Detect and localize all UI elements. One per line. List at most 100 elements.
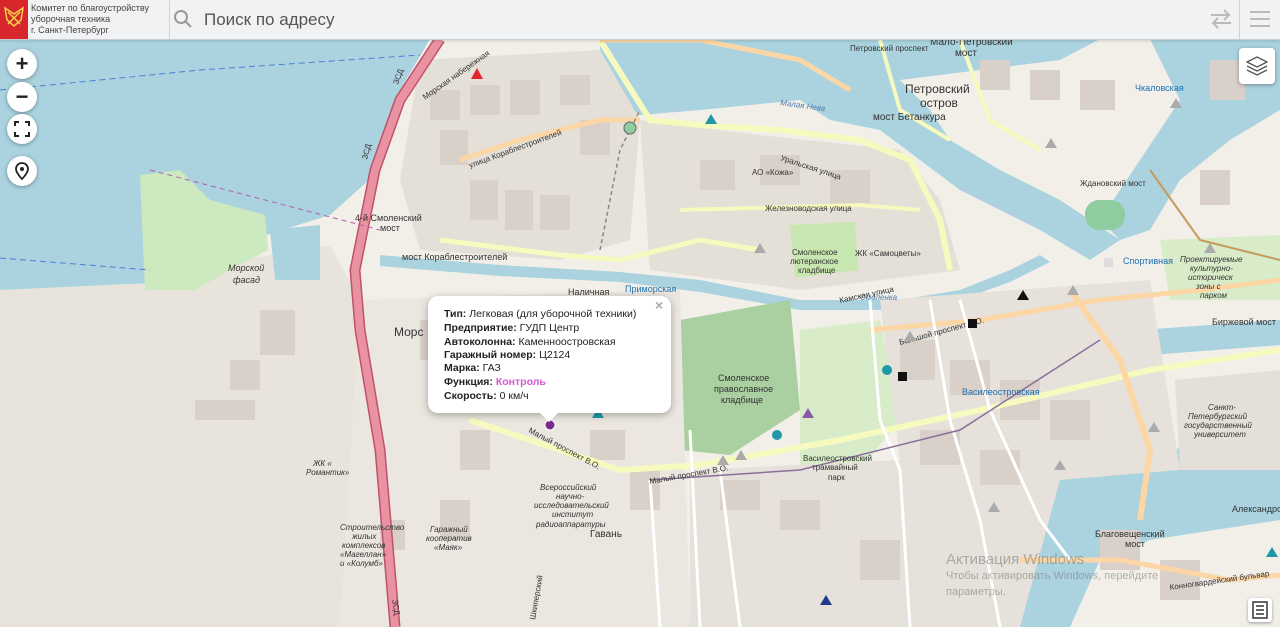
label-prospekt-5: парком bbox=[1200, 291, 1228, 300]
zoom-in-label: + bbox=[15, 51, 29, 76]
popup-row-function: Функция: Контроль bbox=[444, 376, 546, 388]
label-vniir-2: научно- bbox=[556, 492, 585, 501]
popup-label: Предприятие: bbox=[444, 322, 517, 334]
org-line-2: уборочная техника bbox=[31, 14, 111, 24]
popup-value-function: Контроль bbox=[495, 376, 546, 388]
popup-row-type: Тип: Легковая (для уборочной техники) bbox=[444, 308, 636, 320]
label-lutheran-2: лютеранское bbox=[790, 257, 839, 266]
label-4-smolensky-1: 4-й Смоленский bbox=[355, 213, 422, 223]
label-stroit-1: Строительство bbox=[340, 523, 405, 532]
label-stroit-5: и «Колумб» bbox=[340, 559, 384, 568]
label-vasileostrovskaya: Василеостровская bbox=[962, 387, 1040, 397]
swap-route-icon[interactable] bbox=[1209, 8, 1233, 30]
label-morskoy-fasad-1: Морской bbox=[228, 263, 264, 273]
label-orthodox-1: Смоленское bbox=[718, 373, 769, 383]
label-prospekt-3: историческ bbox=[1188, 273, 1234, 282]
marker-circle-green[interactable] bbox=[623, 121, 637, 135]
popup-close-button[interactable]: × bbox=[655, 297, 663, 313]
marker-circle-teal[interactable] bbox=[772, 430, 782, 440]
watermark-line-3: параметры. bbox=[946, 586, 1006, 598]
label-spbgu-4: университет bbox=[1193, 430, 1246, 439]
watermark-line-2: Чтобы активировать Windows, перейдите bbox=[946, 570, 1159, 582]
popup-label: Функция: bbox=[444, 376, 493, 388]
label-most-korablestroiteley: мост Кораблестроителей bbox=[402, 252, 507, 262]
marker-circle-teal[interactable] bbox=[882, 365, 892, 375]
label-tram-park-3: парк bbox=[828, 473, 845, 482]
location-pin-icon bbox=[15, 162, 29, 180]
label-zheleznovodskaya: Железноводская улица bbox=[765, 204, 852, 213]
popup-label: Автоколонна: bbox=[444, 336, 516, 348]
popup-label: Скорость: bbox=[444, 390, 497, 402]
label-morskoy-fasad-2: фасад bbox=[233, 275, 260, 285]
label-ao-kozha: АО «Кожа» bbox=[752, 168, 794, 177]
label-petrovsky-prospekt: Петровский проспект bbox=[850, 44, 929, 53]
reclaimed-land bbox=[0, 245, 360, 627]
popup-value: Легковая (для уборочной техники) bbox=[469, 308, 637, 320]
label-birzhevoy-most: Биржевой мост bbox=[1212, 317, 1276, 327]
label-garazh-1: Гаражный bbox=[430, 525, 468, 534]
label-stroit-2: жилых bbox=[351, 532, 377, 541]
popup-value: ГАЗ bbox=[482, 362, 501, 374]
zoom-out-button[interactable]: − bbox=[7, 82, 37, 112]
marker-square-black[interactable] bbox=[968, 319, 977, 328]
layers-button[interactable] bbox=[1239, 48, 1275, 84]
popup-row-column: Автоколонна: Каменноостровская bbox=[444, 336, 616, 348]
label-orthodox-2: православное bbox=[714, 384, 773, 394]
label-zhk-romantik-1: ЖК « bbox=[312, 459, 332, 468]
legend-button[interactable] bbox=[1248, 598, 1272, 622]
fullscreen-icon bbox=[14, 121, 30, 137]
search-icon bbox=[173, 9, 193, 29]
popup-value: Ц2124 bbox=[539, 349, 571, 361]
popup-row-brand: Марка: ГАЗ bbox=[444, 362, 501, 374]
list-icon bbox=[1252, 601, 1268, 619]
label-most: мост bbox=[955, 48, 977, 59]
geolocation-button[interactable] bbox=[7, 156, 37, 186]
divider bbox=[1239, 0, 1240, 39]
org-line-3: г. Санкт-Петербург bbox=[31, 25, 109, 35]
label-spbgu-3: государственный bbox=[1184, 421, 1252, 430]
stadium bbox=[1085, 200, 1125, 230]
label-sportivnaya: Спортивная bbox=[1123, 256, 1173, 266]
label-prospekt-4: зоны с bbox=[1195, 282, 1221, 291]
label-zhk-romantik-2: Романтик» bbox=[306, 468, 350, 477]
label-primorskaya: Приморская bbox=[625, 284, 676, 294]
label-chkalovskaya: Чкаловская bbox=[1135, 83, 1184, 93]
label-tram-park-1: Василеостровский bbox=[803, 454, 872, 463]
fullscreen-button[interactable] bbox=[7, 114, 37, 144]
label-tram-park-2: трамвайный bbox=[812, 463, 858, 472]
label-blagoveshchensky-1: Благовещенский bbox=[1095, 529, 1165, 539]
label-stroit-4: «Магеллан» bbox=[340, 550, 387, 559]
popup-row-speed: Скорость: 0 км/ч bbox=[444, 390, 529, 402]
city-logo-icon bbox=[0, 0, 28, 39]
popup-row-enterprise: Предприятие: ГУДП Центр bbox=[444, 322, 579, 334]
label-petrovsky-ostrov-1: Петровский bbox=[905, 82, 970, 96]
label-orthodox-3: кладбище bbox=[721, 395, 763, 405]
label-vniir-5: радиоаппаратуры bbox=[535, 520, 606, 529]
org-line-1: Комитет по благоустройству bbox=[31, 3, 149, 13]
popup-label: Марка: bbox=[444, 362, 480, 374]
label-spbgu-2: Петербургский bbox=[1188, 412, 1248, 421]
popup-value: Каменноостровская bbox=[518, 336, 616, 348]
marker-square-grey[interactable] bbox=[1104, 258, 1113, 267]
label-petrovsky-ostrov-2: остров bbox=[920, 96, 958, 110]
address-search-input[interactable] bbox=[200, 8, 1108, 32]
harbor-water bbox=[270, 225, 320, 280]
top-bar: Комитет по благоустройству уборочная тех… bbox=[0, 0, 1280, 40]
label-lutheran-3: кладбище bbox=[798, 266, 836, 275]
label-vniir-3: исследовательский bbox=[534, 501, 609, 510]
label-stroit-3: комплексов bbox=[342, 541, 385, 550]
label-garazh-2: кооператив bbox=[426, 534, 472, 543]
divider bbox=[169, 0, 170, 39]
menu-icon[interactable] bbox=[1249, 9, 1271, 29]
popup-tip bbox=[538, 411, 560, 422]
label-gavan: Гавань bbox=[590, 529, 622, 540]
label-morskaya: Морс bbox=[394, 325, 423, 339]
marker-square-black[interactable] bbox=[898, 372, 907, 381]
label-vniir-1: Всероссийский bbox=[540, 483, 597, 492]
label-vniir-4: институт bbox=[552, 510, 593, 519]
popup-label: Гаражный номер: bbox=[444, 349, 537, 361]
label-lutheran-1: Смоленское bbox=[792, 248, 838, 257]
zoom-in-button[interactable]: + bbox=[7, 49, 37, 79]
watermark-line-1: Активация Windows bbox=[946, 551, 1085, 568]
popup-row-garage-number: Гаражный номер: Ц2124 bbox=[444, 349, 570, 361]
